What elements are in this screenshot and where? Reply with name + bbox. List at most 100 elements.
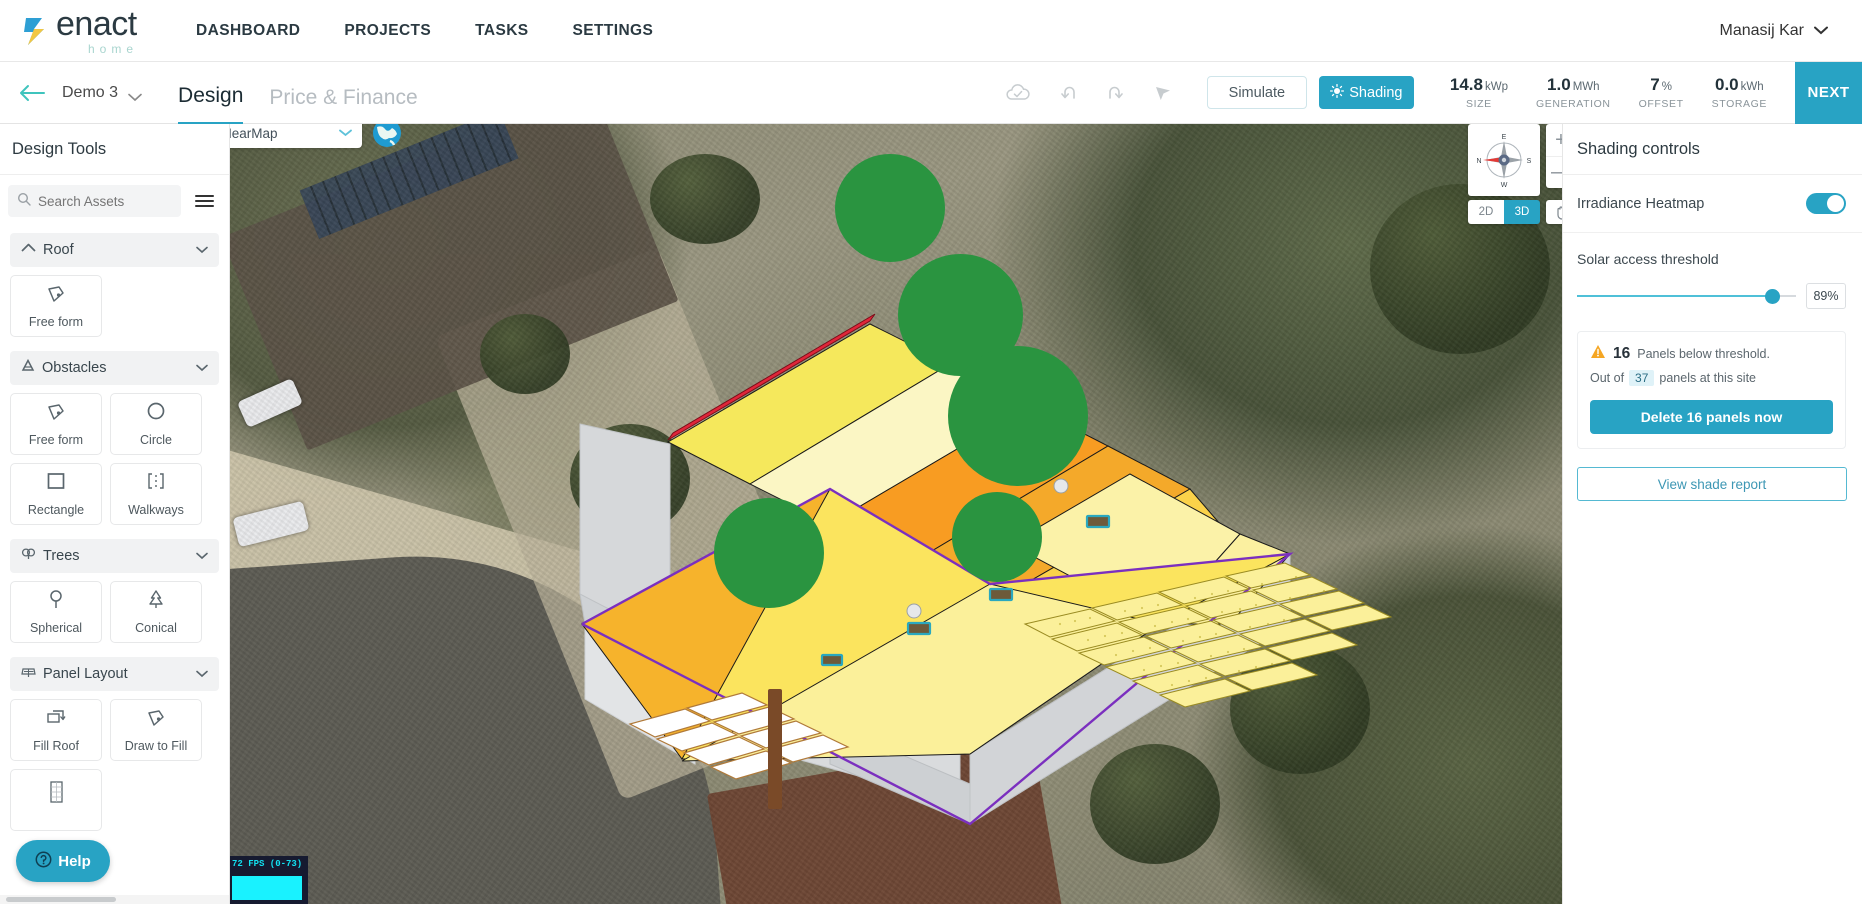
stat-offset-label: OFFSET <box>1639 98 1684 110</box>
undo-icon[interactable] <box>1057 83 1079 103</box>
obstacles-tool-grid: Free form Circle Rectangle Walkways <box>0 385 229 525</box>
top-navigation-bar: enact home DASHBOARD PROJECTS TASKS SETT… <box>0 0 1862 62</box>
sidebar-section-panel-layout[interactable]: Panel Layout <box>10 657 219 691</box>
tool-obstacle-circle[interactable]: Circle <box>110 393 202 455</box>
threshold-slider[interactable] <box>1577 287 1796 305</box>
back-button[interactable] <box>18 84 46 102</box>
nav-item-projects[interactable]: PROJECTS <box>344 22 431 40</box>
design-tools-sidebar: Design Tools Roof <box>0 124 230 904</box>
threshold-value-display: 89% <box>1806 283 1846 309</box>
asset-search-row <box>0 175 229 227</box>
tab-price-finance[interactable]: Price & Finance <box>269 64 417 124</box>
search-icon <box>17 192 31 211</box>
conical-tree-icon <box>145 589 167 616</box>
basemap-selector-label: NearMap <box>230 126 339 141</box>
help-button[interactable]: Help <box>16 840 110 882</box>
tool-obstacle-walkways[interactable]: Walkways <box>110 463 202 525</box>
warning-triangle-icon <box>1590 344 1606 364</box>
single-panel-icon <box>45 780 67 815</box>
redo-icon[interactable] <box>1105 83 1127 103</box>
brand-logo[interactable]: enact home <box>22 7 138 55</box>
tree-object-1[interactable] <box>835 154 945 262</box>
svg-text:E: E <box>1502 134 1507 141</box>
stat-storage-label: STORAGE <box>1712 98 1767 110</box>
nav-item-tasks[interactable]: TASKS <box>475 22 528 40</box>
tool-tree-conical-label: Conical <box>135 621 177 635</box>
irradiance-heatmap-toggle[interactable] <box>1806 193 1846 214</box>
pen-tool-icon <box>45 401 67 428</box>
zoom-controls: + — <box>1546 124 1562 188</box>
slider-thumb[interactable] <box>1765 289 1780 304</box>
cursor-pointer-icon[interactable] <box>1153 83 1173 103</box>
tool-single-panel[interactable] <box>10 769 102 831</box>
user-name-label: Manasij Kar <box>1720 22 1804 40</box>
view-3d-button[interactable]: 3D <box>1504 200 1540 224</box>
user-menu[interactable]: Manasij Kar <box>1720 22 1828 40</box>
search-assets-field[interactable] <box>8 185 181 217</box>
svg-text:W: W <box>1501 182 1508 189</box>
tree-object-4[interactable] <box>952 492 1042 582</box>
compass-rose-icon[interactable]: E W N S <box>1468 124 1540 196</box>
fps-label: 72 FPS (0-73) <box>230 856 308 869</box>
irradiance-heatmap-row: Irradiance Heatmap <box>1563 175 1862 233</box>
sidebar-title: Design Tools <box>0 124 229 175</box>
rectangle-icon <box>45 471 67 498</box>
zoom-in-button[interactable]: + <box>1546 124 1562 156</box>
stat-generation-label: GENERATION <box>1536 98 1611 110</box>
tool-tree-spherical[interactable]: Spherical <box>10 581 102 643</box>
tree-object-5[interactable] <box>714 498 824 608</box>
question-circle-icon <box>35 851 52 872</box>
tool-roof-free-form[interactable]: Free form <box>10 275 102 337</box>
shading-button-label: Shading <box>1349 85 1402 101</box>
nav-item-settings[interactable]: SETTINGS <box>573 22 654 40</box>
project-name-label[interactable]: Demo 3 <box>62 84 118 102</box>
simulate-button[interactable]: Simulate <box>1207 76 1307 109</box>
nav-item-dashboard[interactable]: DASHBOARD <box>196 22 300 40</box>
zoom-out-button[interactable]: — <box>1546 156 1562 188</box>
cloud-saved-icon[interactable] <box>1005 83 1031 103</box>
tool-obstacle-walkways-label: Walkways <box>128 503 184 517</box>
fps-graph <box>232 876 302 900</box>
delete-panels-button[interactable]: Delete 16 panels now <box>1590 400 1833 434</box>
project-dropdown-chevron-down-icon[interactable] <box>128 89 142 107</box>
walkway-icon <box>145 471 167 498</box>
search-input[interactable] <box>38 194 172 209</box>
threshold-slider-row: 89% <box>1577 283 1846 309</box>
map-3d-viewport[interactable]: NearMap E W <box>230 124 1562 904</box>
tool-draw-to-fill[interactable]: Draw to Fill <box>110 699 202 761</box>
stat-offset-unit: % <box>1662 81 1672 93</box>
spherical-tree-icon <box>45 589 67 616</box>
view-shade-report-button[interactable]: View shade report <box>1577 467 1847 501</box>
sidebar-scrollbar[interactable] <box>0 895 230 904</box>
basemap-selector[interactable]: NearMap <box>230 124 362 148</box>
pen-tool-icon <box>145 707 167 734</box>
dimension-toggle: 2D 3D <box>1468 200 1540 224</box>
design-tabs: Design Price & Finance <box>178 62 418 124</box>
view-2d-button[interactable]: 2D <box>1468 200 1504 224</box>
slider-fill <box>1577 295 1772 297</box>
tree-object-3[interactable] <box>948 346 1088 486</box>
next-button[interactable]: NEXT <box>1795 62 1862 124</box>
warning-headline: 16 Panels below threshold. <box>1590 344 1833 364</box>
tab-design[interactable]: Design <box>178 62 243 124</box>
sidebar-section-obstacles[interactable]: Obstacles <box>10 351 219 385</box>
tool-fill-roof[interactable]: Fill Roof <box>10 699 102 761</box>
hamburger-menu-icon[interactable] <box>189 185 219 217</box>
sidebar-section-roof[interactable]: Roof <box>10 233 219 267</box>
sidebar-section-trees[interactable]: Trees <box>10 539 219 573</box>
sidebar-section-panel-layout-label: Panel Layout <box>43 666 189 682</box>
hand-pan-icon[interactable] <box>1546 200 1562 224</box>
stat-size: 14.8kWp SIZE <box>1436 75 1522 110</box>
tool-tree-conical[interactable]: Conical <box>110 581 202 643</box>
tool-obstacle-rectangle[interactable]: Rectangle <box>10 463 102 525</box>
panels-below-threshold-card: 16 Panels below threshold. Out of 37 pan… <box>1577 331 1846 449</box>
shading-button[interactable]: Shading <box>1319 76 1414 109</box>
stat-storage: 0.0kWh STORAGE <box>1698 75 1781 110</box>
tool-obstacle-free-form[interactable]: Free form <box>10 393 102 455</box>
brand-name: enact <box>56 7 138 41</box>
globe-icon[interactable] <box>370 124 404 150</box>
sidebar-scrollbar-thumb[interactable] <box>6 897 116 902</box>
stat-size-value: 14.8 <box>1450 75 1483 94</box>
tool-obstacle-rectangle-label: Rectangle <box>28 503 84 517</box>
panels-below-text: Panels below threshold. <box>1637 347 1770 361</box>
